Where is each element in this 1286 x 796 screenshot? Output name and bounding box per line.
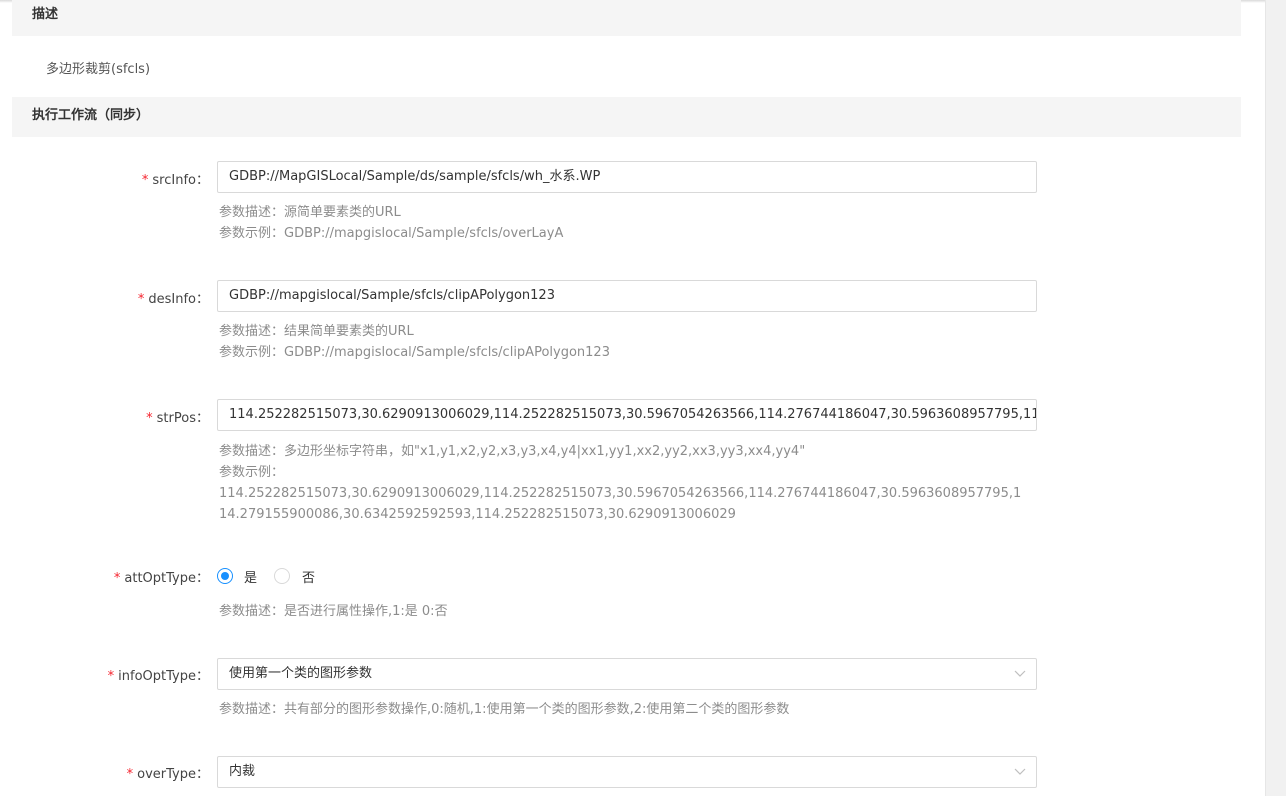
attopttype-radio-no[interactable] (274, 568, 290, 584)
desinfo-label: * desInfo： (0, 288, 209, 307)
required-mark: * (137, 292, 145, 307)
section-title-description: 描述 (32, 7, 59, 22)
vertical-scrollbar[interactable] (1265, 0, 1286, 796)
required-mark: * (126, 767, 134, 782)
strpos-label-text: strPos (156, 411, 196, 426)
required-mark: * (141, 173, 149, 188)
desinfo-value: GDBP://mapgislocal/Sample/sfcls/clipAPol… (229, 288, 555, 303)
attopttype-help-desc: 参数描述：是否进行属性操作,1:是 0:否 (219, 604, 448, 619)
required-mark: * (146, 411, 153, 426)
infoopttype-label: * infoOptType： (0, 665, 209, 684)
section-title-workflow: 执行工作流（同步） (32, 108, 150, 123)
attopttype-no-label[interactable]: 否 (302, 567, 315, 586)
attopttype-help: 参数描述：是否进行属性操作,1:是 0:否 (219, 601, 448, 622)
overtype-label-text: overType (137, 767, 196, 782)
infoopttype-select[interactable]: 使用第一个类的图形参数 (217, 658, 1037, 690)
label-colon: ： (195, 411, 209, 426)
chevron-down-icon (1014, 659, 1026, 689)
section-header-description: 描述 (12, 0, 1241, 36)
label-colon: ： (195, 292, 209, 307)
strpos-help-example-label: 参数示例： (219, 465, 285, 480)
strpos-label: * strPos： (0, 407, 209, 426)
strpos-value: 114.252282515073,30.6290913006029,114.25… (229, 407, 1037, 422)
strpos-input[interactable]: 114.252282515073,30.6290913006029,114.25… (217, 399, 1037, 431)
srcinfo-help: 参数描述：源简单要素类的URL 参数示例：GDBP://mapgislocal/… (219, 202, 563, 244)
srcinfo-help-desc: 参数描述：源简单要素类的URL (219, 205, 401, 220)
overtype-select[interactable]: 内裁 (217, 756, 1037, 788)
infoopttype-label-text: infoOptType (118, 669, 196, 684)
desinfo-label-text: desInfo (148, 292, 196, 307)
infoopttype-help-desc: 参数描述：共有部分的图形参数操作,0:随机,1:使用第一个类的图形参数,2:使用… (219, 702, 790, 717)
overtype-label: * overType： (0, 763, 209, 782)
desinfo-help: 参数描述：结果简单要素类的URL 参数示例：GDBP://mapgislocal… (219, 321, 610, 363)
required-mark: * (107, 669, 115, 684)
attopttype-label-text: attOptType (124, 571, 196, 586)
section-header-workflow: 执行工作流（同步） (12, 97, 1241, 137)
chevron-down-icon (1014, 757, 1026, 787)
label-colon: ： (195, 173, 209, 188)
strpos-help-example-value: 114.252282515073,30.6290913006029,114.25… (219, 486, 1022, 522)
description-text: 多边形裁剪(sfcls) (46, 62, 151, 77)
strpos-help: 参数描述：多边形坐标字符串，如"x1,y1,x2,y2,x3,y3,x4,y4|… (219, 441, 1029, 525)
attopttype-yes-label[interactable]: 是 (244, 567, 257, 586)
overtype-value: 内裁 (229, 764, 256, 779)
desinfo-input[interactable]: GDBP://mapgislocal/Sample/sfcls/clipAPol… (217, 280, 1037, 312)
label-colon: ： (195, 669, 209, 684)
infoopttype-value: 使用第一个类的图形参数 (229, 666, 373, 681)
infoopttype-help: 参数描述：共有部分的图形参数操作,0:随机,1:使用第一个类的图形参数,2:使用… (219, 699, 789, 720)
radio-dot (221, 572, 229, 580)
label-colon: ： (195, 571, 209, 586)
attopttype-label: * attOptType： (0, 567, 209, 586)
required-mark: * (113, 571, 121, 586)
desinfo-help-desc: 参数描述：结果简单要素类的URL (219, 324, 414, 339)
strpos-help-desc: 参数描述：多边形坐标字符串，如"x1,y1,x2,y2,x3,y3,x4,y4|… (219, 444, 806, 459)
desinfo-help-example: 参数示例：GDBP://mapgislocal/Sample/sfcls/cli… (219, 345, 610, 360)
srcinfo-input[interactable]: GDBP://MapGISLocal/Sample/ds/sample/sfcl… (217, 161, 1037, 193)
srcinfo-help-example: 参数示例：GDBP://mapgislocal/Sample/sfcls/ove… (219, 226, 564, 241)
srcinfo-label: * srcInfo： (0, 169, 209, 188)
scrollbar-thumb[interactable] (1271, 0, 1280, 796)
attopttype-radio-yes[interactable] (217, 568, 233, 584)
srcinfo-label-text: srcInfo (152, 173, 196, 188)
label-colon: ： (195, 767, 209, 782)
srcinfo-value: GDBP://MapGISLocal/Sample/ds/sample/sfcl… (229, 169, 601, 184)
